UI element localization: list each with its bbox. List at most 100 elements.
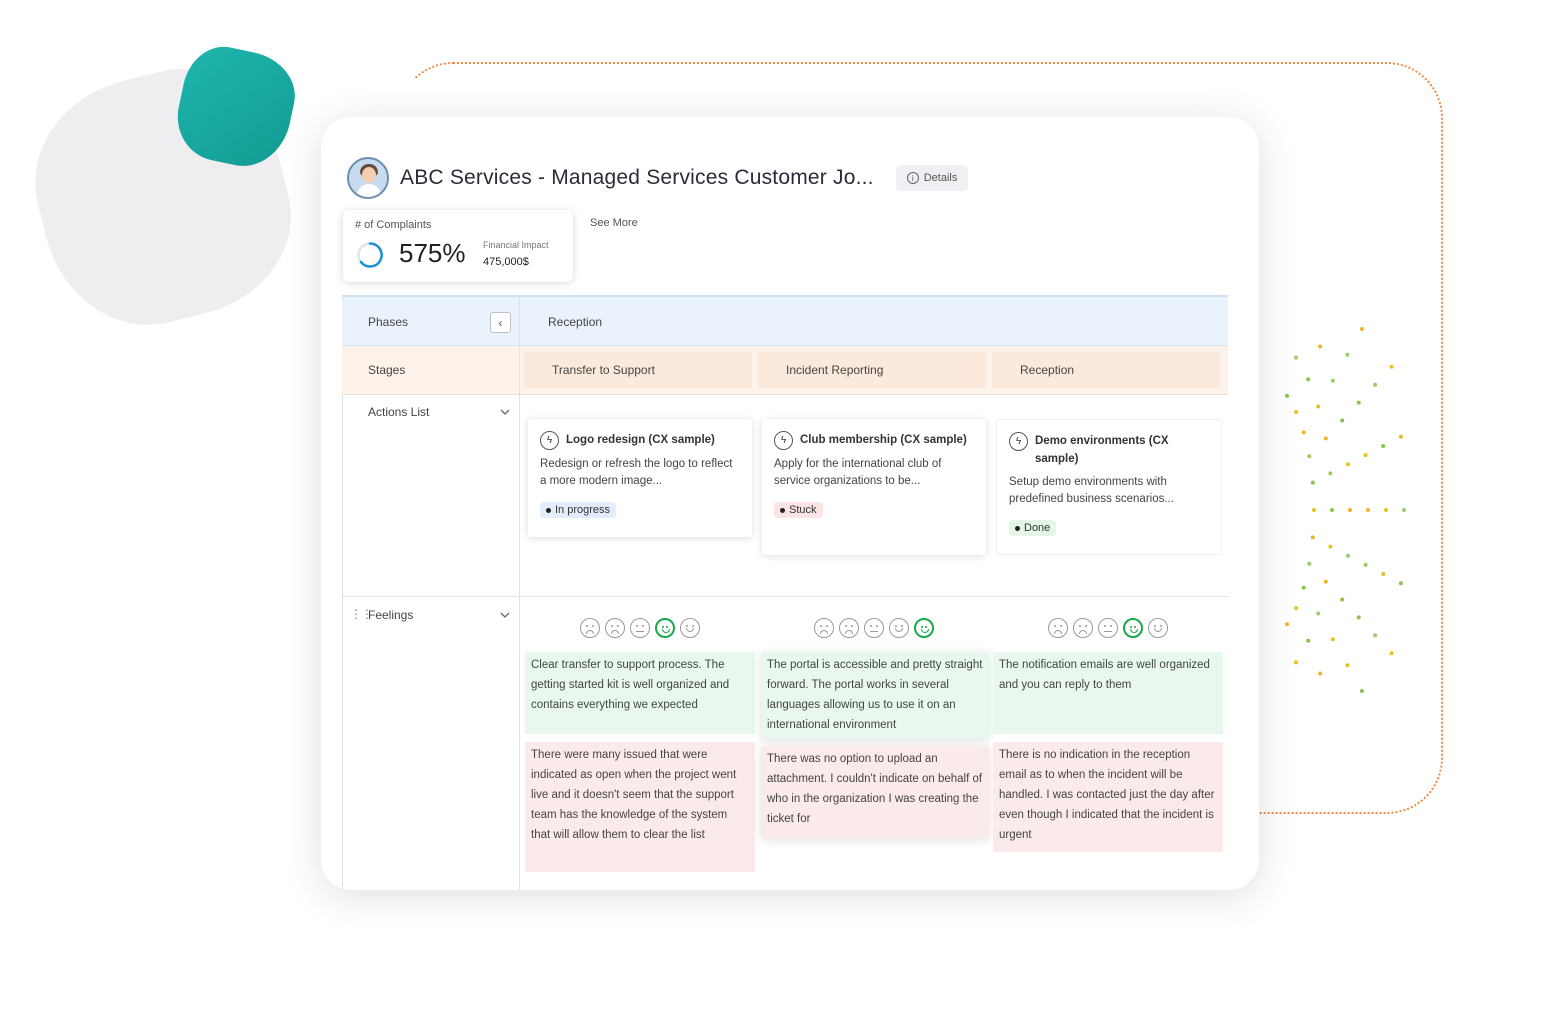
grid-border xyxy=(342,395,343,890)
decorative-dot xyxy=(1294,409,1299,414)
action-card[interactable]: ϟ Logo redesign (CX sample) Redesign or … xyxy=(528,419,752,537)
chevron-left-icon: ‹ xyxy=(498,315,503,330)
phases-label: Phases xyxy=(368,315,409,329)
decorative-dot xyxy=(1359,327,1364,331)
info-icon: i xyxy=(906,172,919,184)
kpi-label: # of Complaints xyxy=(355,219,432,231)
very-happy-face-icon[interactable] xyxy=(1148,618,1168,638)
details-label: Details xyxy=(923,172,958,184)
decorative-dot xyxy=(1318,344,1323,349)
stages-row: Stages Transfer to Support Incident Repo… xyxy=(342,346,1228,395)
action-description: Apply for the international club of serv… xyxy=(774,458,942,487)
journey-grid: Phases ‹ Reception Stages Transfer to Su… xyxy=(342,295,1228,890)
status-label: In progress xyxy=(555,504,611,516)
feeling-rating xyxy=(580,618,700,638)
action-card[interactable]: ϟ Club membership (CX sample) Apply for … xyxy=(762,419,986,555)
happy-face-icon[interactable] xyxy=(655,618,675,638)
decorative-dot xyxy=(1294,355,1298,360)
decorative-dot xyxy=(1312,508,1316,512)
decorative-dot xyxy=(1316,611,1321,616)
very-happy-face-icon[interactable] xyxy=(680,618,700,638)
feeling-rating xyxy=(814,618,934,638)
action-card[interactable]: ϟ Demo environments (CX sample) Setup de… xyxy=(996,419,1222,555)
decorative-dot xyxy=(1348,508,1352,512)
decorative-dot xyxy=(1398,581,1403,586)
financial-impact-label: Financial Impact xyxy=(483,240,549,250)
decorative-dot xyxy=(1310,480,1315,485)
decorative-dot xyxy=(1328,544,1333,549)
negative-feeling[interactable]: There is no indication in the reception … xyxy=(993,742,1223,852)
sad-face-icon[interactable] xyxy=(1073,618,1093,638)
status-badge[interactable]: Stuck xyxy=(774,502,823,518)
decorative-dot xyxy=(1294,606,1299,611)
kpi-value: 575% xyxy=(399,238,466,268)
journey-map-card: ABC Services - Managed Services Customer… xyxy=(321,117,1259,890)
very-happy-face-icon[interactable] xyxy=(914,618,934,638)
actions-list-label: Actions List xyxy=(368,405,430,419)
very-sad-face-icon[interactable] xyxy=(1048,618,1068,638)
decorative-dot xyxy=(1381,572,1386,576)
decorative-dot xyxy=(1363,562,1368,567)
decorative-dot xyxy=(1310,535,1315,540)
details-button[interactable]: i Details xyxy=(895,165,969,191)
bolt-icon: ϟ xyxy=(774,431,793,450)
decorative-dot xyxy=(1373,382,1378,387)
action-description: Redesign or refresh the logo to reflect … xyxy=(540,458,733,487)
action-title: Club membership (CX sample) xyxy=(800,434,967,446)
positive-feeling[interactable]: The portal is accessible and pretty stra… xyxy=(761,652,989,738)
feelings-divider xyxy=(342,596,1228,597)
decorative-dot xyxy=(1359,689,1364,693)
decorative-dot xyxy=(1356,615,1361,620)
decorative-dot xyxy=(1345,352,1350,357)
decorative-dot xyxy=(1306,377,1311,382)
decorative-dot xyxy=(1318,671,1323,676)
decorative-dot xyxy=(1345,663,1350,668)
sad-face-icon[interactable] xyxy=(605,618,625,638)
decorative-dot xyxy=(1363,453,1368,458)
decorative-dot xyxy=(1381,444,1386,448)
decorative-dot xyxy=(1323,436,1328,441)
decorative-dot xyxy=(1330,637,1335,642)
decorative-dot xyxy=(1307,454,1312,459)
collapse-button[interactable]: ‹ xyxy=(490,312,511,333)
very-sad-face-icon[interactable] xyxy=(580,618,600,638)
happy-face-icon[interactable] xyxy=(1123,618,1143,638)
status-label: Stuck xyxy=(789,504,817,516)
status-badge[interactable]: In progress xyxy=(540,502,617,518)
decorative-dot xyxy=(1285,622,1289,627)
chevron-down-icon[interactable] xyxy=(500,612,510,619)
decorative-dot xyxy=(1306,638,1311,643)
decorative-dot xyxy=(1373,633,1378,638)
decorative-dots xyxy=(1285,327,1406,693)
decorative-dot xyxy=(1356,400,1361,405)
stage-reception[interactable]: Reception xyxy=(992,352,1220,388)
phase-name[interactable]: Reception xyxy=(548,315,602,329)
stage-incident-reporting[interactable]: Incident Reporting xyxy=(758,352,986,388)
neutral-face-icon[interactable] xyxy=(630,618,650,638)
decorative-dot xyxy=(1389,364,1394,369)
neutral-face-icon[interactable] xyxy=(864,618,884,638)
see-more-link[interactable]: See More xyxy=(590,217,638,229)
positive-feeling[interactable]: The notification emails are well organiz… xyxy=(993,652,1223,734)
negative-feeling[interactable]: There was no option to upload an attachm… xyxy=(761,746,989,838)
happy-face-icon[interactable] xyxy=(889,618,909,638)
stage-transfer-to-support[interactable]: Transfer to Support xyxy=(524,352,752,388)
decorative-dot xyxy=(1384,508,1388,512)
decorative-dot xyxy=(1340,597,1345,602)
avatar[interactable] xyxy=(347,157,389,199)
decorative-dot xyxy=(1323,579,1328,584)
very-sad-face-icon[interactable] xyxy=(814,618,834,638)
decorative-dot xyxy=(1389,651,1394,656)
financial-impact-value: 475,000$ xyxy=(483,256,529,268)
kpi-card[interactable]: # of Complaints 575% Financial Impact 47… xyxy=(343,210,573,282)
decorative-dot xyxy=(1402,508,1406,512)
sad-face-icon[interactable] xyxy=(839,618,859,638)
positive-feeling[interactable]: Clear transfer to support process. The g… xyxy=(525,652,755,734)
negative-feeling[interactable]: There were many issued that were indicat… xyxy=(525,742,755,872)
status-badge[interactable]: Done xyxy=(1009,520,1057,536)
progress-ring-icon xyxy=(357,242,383,268)
decorative-dot xyxy=(1294,660,1298,665)
chevron-down-icon[interactable] xyxy=(500,409,510,416)
feelings-label: Feelings xyxy=(368,608,414,622)
neutral-face-icon[interactable] xyxy=(1098,618,1118,638)
